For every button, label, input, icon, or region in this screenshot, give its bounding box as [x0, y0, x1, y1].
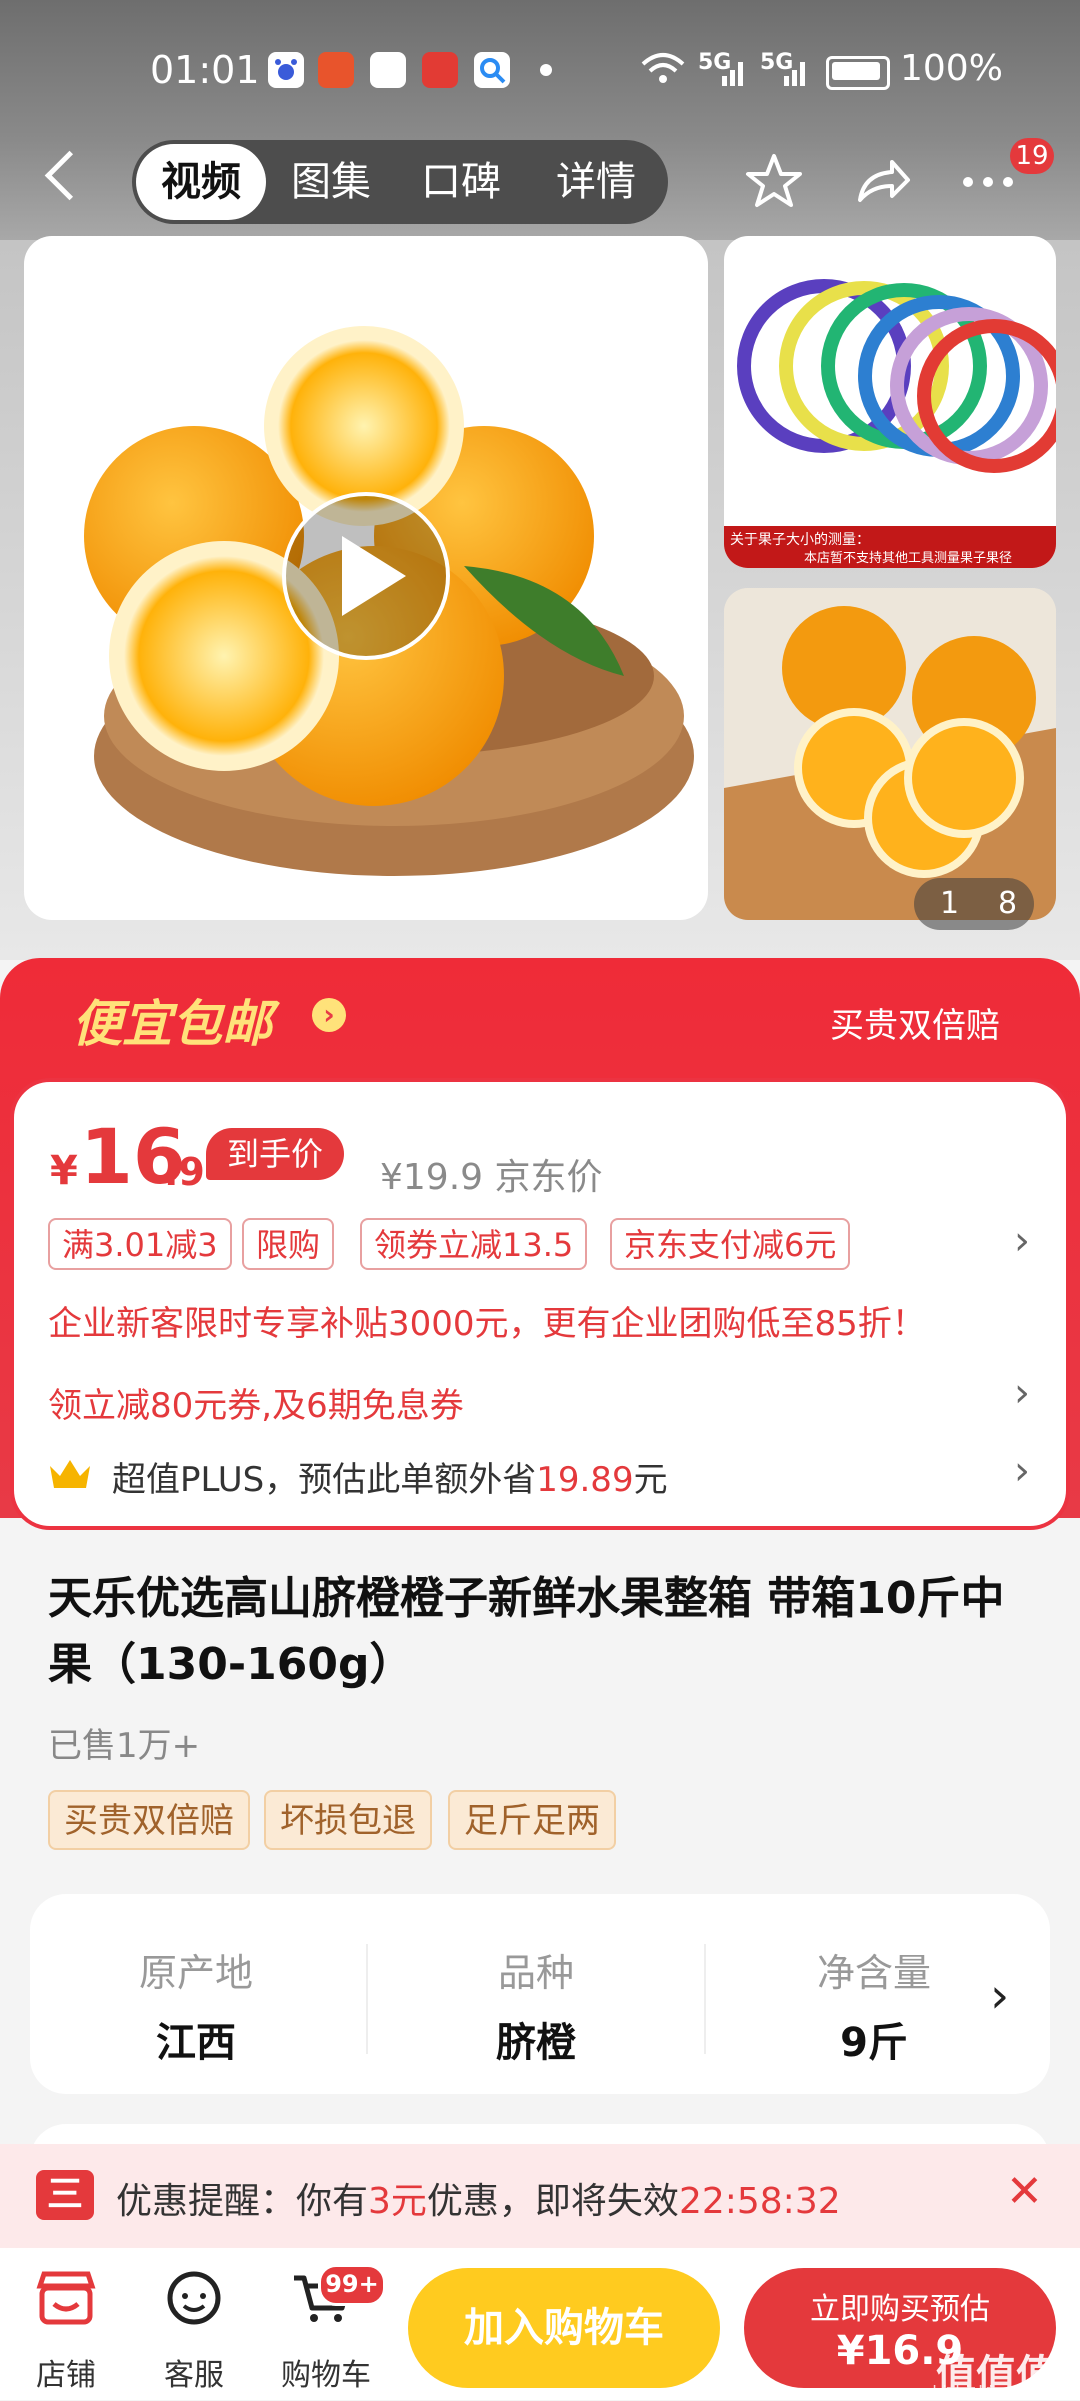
coupon-offer-text[interactable]: 领立减80元券,及6期免息券 — [48, 1378, 464, 1427]
cart-label[interactable]: 购物车 — [266, 2350, 386, 2394]
buy-now-label: 立即购买预估 — [810, 2292, 990, 2327]
main-product-video[interactable] — [24, 236, 708, 920]
coupon-icon: 三 — [36, 2170, 94, 2220]
image-pager: 1 8 — [914, 878, 1034, 930]
reminder-countdown: 22:58:32 — [678, 2181, 841, 2222]
jd-price: ¥19.9 京东价 — [380, 1157, 603, 1198]
chevron-right-icon[interactable]: › — [990, 1968, 1009, 2024]
final-price-badge: 到手价 — [206, 1128, 344, 1180]
close-icon[interactable]: ✕ — [1006, 2166, 1043, 2217]
star-icon[interactable] — [742, 150, 806, 214]
double-compensation-label[interactable]: 买贵双倍赔 — [830, 998, 1000, 1047]
reminder-middle: 优惠，即将失效 — [426, 2181, 679, 2222]
crown-icon — [48, 1456, 92, 1492]
reminder-text: 优惠提醒：你有3元优惠，即将失效22:58:32 — [116, 2172, 841, 2224]
promo-title[interactable]: 便宜包邮 — [72, 984, 272, 1056]
price-decimal: .9 — [164, 1150, 205, 1194]
chevron-right-icon[interactable]: › — [312, 998, 346, 1032]
price-currency: ¥ — [50, 1148, 78, 1194]
add-to-cart-button[interactable]: 加入购物车 — [408, 2268, 720, 2388]
chevron-right-icon[interactable]: › — [1014, 1448, 1030, 1494]
tab-details[interactable]: 详情 — [526, 140, 666, 224]
service-tag[interactable]: 买贵双倍赔 — [48, 1790, 250, 1850]
battery-icon — [826, 56, 890, 90]
spec-divider — [366, 1944, 368, 2054]
store-label[interactable]: 店铺 — [6, 2350, 126, 2394]
search-app-icon — [474, 52, 510, 88]
signal-bars-icon — [700, 56, 746, 92]
spec-label-origin: 原产地 — [138, 1951, 253, 1995]
spec-label-weight: 净含量 — [816, 1951, 931, 1995]
tab-reviews[interactable]: 口碑 — [396, 140, 526, 224]
notification-dot-icon — [540, 64, 552, 76]
plus-savings-prefix: 超值PLUS，预估此单额外省 — [112, 1460, 537, 1500]
pager-current: 1 — [940, 886, 960, 921]
app-icon-white — [370, 52, 406, 88]
spec-value-origin: 江西 — [156, 2020, 236, 2066]
service-label[interactable]: 客服 — [134, 2350, 254, 2394]
thumbnail-caption-2: 本店暂不支持其他工具测量果子果径 — [804, 551, 1012, 566]
spec-divider — [704, 1944, 706, 2054]
plus-savings-text[interactable]: 超值PLUS，预估此单额外省19.89元 — [112, 1452, 668, 1501]
status-time: 01:01 — [150, 48, 260, 92]
battery-percent: 100% — [900, 48, 1003, 89]
spec-label-variety: 品种 — [497, 1951, 574, 1995]
sold-count: 已售1万+ — [48, 1726, 201, 1766]
plus-savings-amount: 19.89 — [536, 1460, 634, 1500]
spec-value-variety: 脐橙 — [496, 2020, 576, 2066]
coupon-chip[interactable]: 领券立减13.5 — [360, 1218, 588, 1270]
service-tag[interactable]: 坏损包退 — [264, 1790, 432, 1850]
watermark-url: zhizhizhi.com — [924, 2382, 1033, 2401]
customer-service-icon[interactable] — [162, 2270, 226, 2326]
thumbnail-sliced-oranges[interactable] — [724, 588, 1056, 920]
enterprise-offer-text[interactable]: 企业新客限时专享补贴3000元，更有企业团购低至85折！ — [48, 1296, 926, 1345]
baidu-app-icon — [268, 52, 304, 88]
discount-chip[interactable]: 满3.01减3 — [48, 1218, 232, 1270]
spec-value-weight: 9斤 — [840, 2020, 908, 2066]
chevron-right-icon[interactable]: › — [1014, 1370, 1030, 1416]
app-icon-orange — [318, 52, 354, 88]
message-count-badge: 19 — [1010, 138, 1054, 174]
share-icon[interactable] — [850, 150, 914, 214]
reminder-amount: 3元 — [368, 2181, 427, 2222]
limit-chip[interactable]: 限购 — [242, 1218, 335, 1270]
pager-total: 8 — [998, 886, 1018, 921]
tab-video[interactable]: 视频 — [136, 144, 266, 220]
service-tag[interactable]: 足斤足两 — [448, 1790, 616, 1850]
product-title: 天乐优选高山脐橙橙子新鲜水果整箱 带箱10斤中果（130-160g） — [48, 1573, 1005, 1690]
wifi-icon — [640, 50, 686, 90]
app-icon-red — [422, 52, 458, 88]
chevron-right-icon[interactable]: › — [1014, 1218, 1030, 1264]
tab-gallery[interactable]: 图集 — [266, 140, 396, 224]
thumbnail-measuring-rings[interactable]: 关于果子大小的测量： 本店暂不支持其他工具测量果子果径 — [724, 236, 1056, 568]
reminder-prefix: 优惠提醒：你有 — [116, 2181, 369, 2222]
thumbnail-caption-1: 关于果子大小的测量： — [730, 532, 870, 548]
store-icon[interactable] — [34, 2270, 98, 2326]
jdpay-chip[interactable]: 京东支付减6元 — [610, 1218, 851, 1270]
signal-bars-icon — [762, 56, 808, 92]
cart-count-badge: 99+ — [318, 2264, 386, 2306]
plus-savings-suffix: 元 — [633, 1460, 668, 1500]
